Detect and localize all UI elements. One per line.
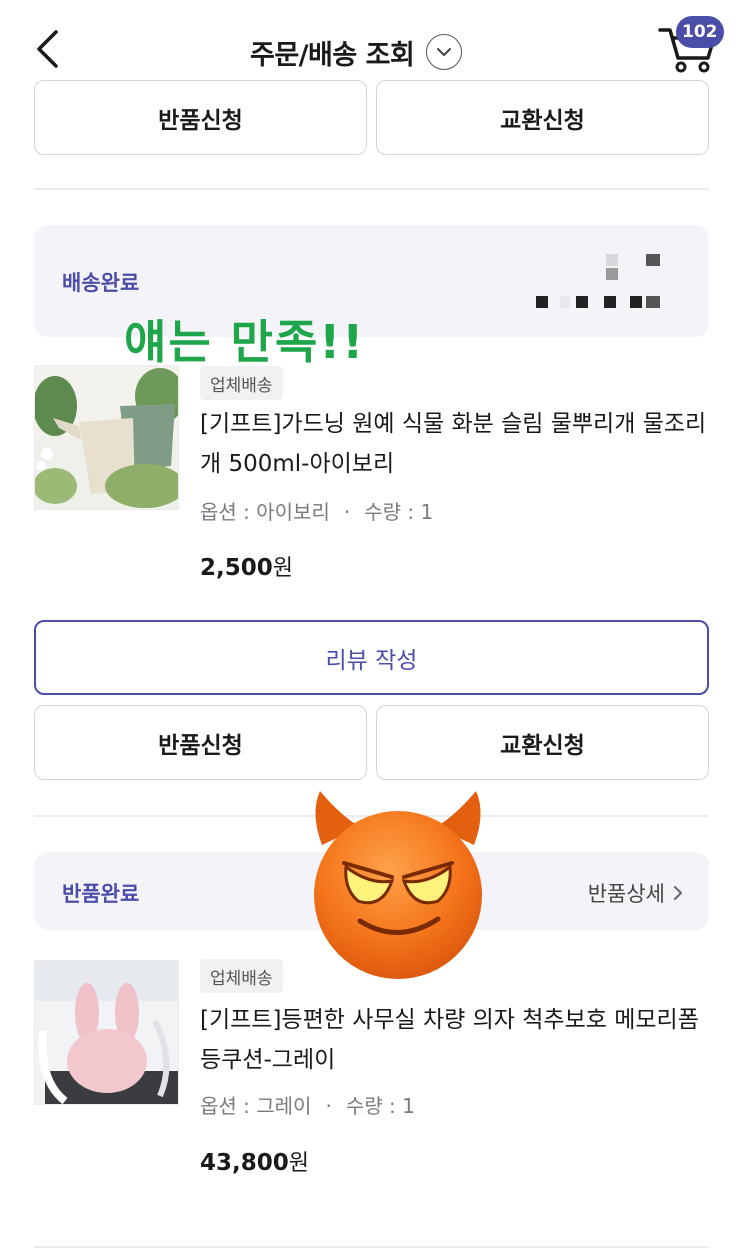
price-unit: 원 [272, 556, 294, 581]
order-status-label: 반품완료 [62, 882, 140, 906]
page-title: 주문/배송 조회 [250, 39, 415, 71]
product-name[interactable]: [기프트]가드닝 원예 식물 화분 슬림 물뿌리개 물조리개 500ml-아이보… [200, 404, 710, 484]
product-price: 2,500원 [200, 550, 293, 582]
quantity-text: 수량 : 1 [364, 500, 434, 524]
section-divider [34, 188, 709, 190]
exchange-request-button[interactable]: 교환신청 [376, 80, 709, 155]
order-status-label: 배송완료 [62, 271, 140, 295]
price-unit: 원 [288, 1151, 310, 1176]
return-request-button[interactable]: 반품신청 [34, 705, 367, 780]
return-detail-label: 반품상세 [587, 882, 665, 906]
option-text: 옵션 : 아이보리 [200, 500, 330, 524]
title-dropdown-button[interactable] [426, 34, 463, 70]
product-thumbnail[interactable] [34, 960, 179, 1105]
return-request-button[interactable]: 반품신청 [34, 80, 367, 155]
cart-count-badge: 102 [676, 16, 724, 48]
product-thumbnail[interactable] [34, 365, 179, 510]
price-value: 43,800 [200, 1150, 289, 1176]
separator-dot: · [325, 1094, 332, 1118]
product-price: 43,800원 [200, 1145, 309, 1177]
separator-dot: · [343, 500, 351, 524]
page-title-group[interactable]: 주문/배송 조회 [250, 30, 463, 74]
back-arrow-icon[interactable] [30, 28, 66, 70]
devil-emoji-icon [314, 791, 482, 979]
cushion-image [35, 961, 178, 1104]
shipping-type-tag: 업체배송 [200, 959, 283, 993]
shipping-type-tag: 업체배송 [200, 366, 283, 400]
handwritten-annotation: 얘는 만족!! [124, 315, 366, 369]
option-text: 옵션 : 그레이 [200, 1094, 312, 1118]
chevron-down-icon [437, 48, 452, 56]
exchange-request-button[interactable]: 교환신청 [376, 705, 709, 780]
section-divider [34, 1246, 709, 1248]
quantity-text: 수량 : 1 [345, 1094, 415, 1118]
watering-can-image [35, 366, 178, 509]
chevron-right-icon [674, 886, 682, 900]
product-options: 옵션 : 그레이 · 수량 : 1 [200, 1090, 415, 1119]
price-value: 2,500 [200, 555, 273, 581]
product-options: 옵션 : 아이보리 · 수량 : 1 [200, 496, 433, 525]
return-detail-link[interactable]: 반품상세 [588, 878, 683, 908]
product-name[interactable]: [기프트]등편한 사무실 차량 의자 척추보호 메모리폼 등쿠션-그레이 [200, 1000, 710, 1080]
write-review-button[interactable]: 리뷰 작성 [34, 620, 709, 695]
